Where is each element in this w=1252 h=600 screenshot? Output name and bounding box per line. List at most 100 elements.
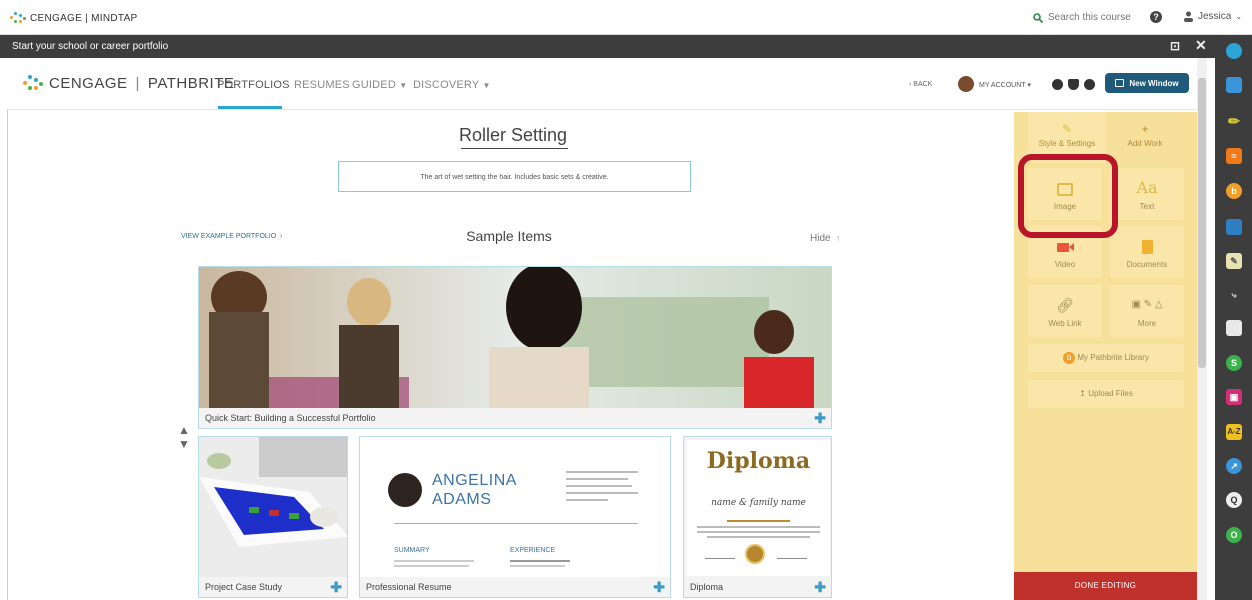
search-icon [1033,12,1043,23]
resume-summary: SUMMARY [394,547,430,554]
expand-icon[interactable]: ✚ [653,580,665,594]
progress-icon[interactable]: ↗ [1226,458,1242,474]
mindtap-brand-text: CENGAGE | MINDTAP [30,12,138,24]
share-icon[interactable]: ⤷ [1226,287,1242,303]
help-icon[interactable] [1084,79,1095,90]
nav-guided-label: GUIDED [352,79,396,91]
card-diploma[interactable]: Diploma name & family name Diploma ✚ [683,436,832,598]
diploma-signature-line [777,558,807,559]
my-library-button[interactable]: b My Pathbrite Library [1028,344,1184,372]
text-icon: Aa [1136,178,1158,197]
portfolio-description[interactable]: The art of wet setting the hair. Include… [338,161,691,192]
cengage-dots-icon [10,11,26,25]
help-icon[interactable]: ? [1150,11,1162,23]
add-documents-tile[interactable]: Documents [1110,226,1184,278]
tab-add-work-label: Add Work [1127,139,1163,148]
card-caption: Professional Resume [360,577,670,597]
mindtap-logo[interactable]: CENGAGE | MINDTAP [10,11,138,25]
nav-discovery-label: DISCOVERY [413,79,480,91]
app-rail: ✏ ≈ b ✎ ⤷ S ▣ A-Z ↗ Q O [1215,35,1252,600]
card-project-case[interactable]: Project Case Study ✚ [198,436,348,598]
highlighter-icon[interactable]: ✏ [1226,113,1242,129]
pathbrite-icon[interactable]: b [1226,183,1242,199]
diploma-subtitle: name & family name [711,498,806,508]
view-example-link[interactable]: VIEW EXAMPLE PORTFOLIO › [181,233,282,240]
diploma-signature-line [705,558,735,559]
book-icon[interactable] [1226,219,1242,235]
nav-guided[interactable]: GUIDED ▼ [352,79,407,91]
expand-icon[interactable]: ✚ [814,580,826,594]
nav-portfolios[interactable]: PORTFOLIOS [217,79,290,91]
done-editing-button[interactable]: DONE EDITING [1014,572,1197,600]
logo-divider: | [135,74,140,92]
study-hub-icon[interactable]: S [1226,355,1242,371]
back-link[interactable]: ‹ BACK [909,81,932,88]
add-text-label: Text [1139,202,1155,211]
search-label: Search this course [1048,12,1131,23]
plus-icon: + [1141,122,1149,136]
nav-resumes[interactable]: RESUMES [294,79,350,91]
google-app-icon[interactable] [1226,43,1242,59]
add-web-link-label: Web Link [1048,319,1082,328]
drag-handle-icon[interactable]: ▲ ▼ [178,423,190,451]
minimize-icon[interactable]: ⊡ [1170,39,1180,53]
add-more-tile[interactable]: ▣ ✎ △ More [1110,285,1184,337]
avatar[interactable] [958,76,974,92]
add-video-label: Video [1054,260,1076,269]
card-project-case-label: Project Case Study [205,582,283,592]
expand-icon[interactable]: ✚ [814,411,826,425]
add-web-link-tile[interactable]: 🔗︎ Web Link [1028,285,1102,337]
my-account-label: MY ACCOUNT [979,82,1026,89]
my-account-menu[interactable]: MY ACCOUNT ▾ [979,81,1031,89]
card-quick-start[interactable]: Quick Start: Building a Successful Portf… [198,266,832,429]
glossary-icon[interactable]: A-Z [1226,424,1242,440]
briefcase-icon[interactable] [1226,77,1242,93]
diploma-seal [745,544,765,564]
user-menu[interactable]: Jessica ⌄ [1183,11,1242,22]
resume-first-name: ANGELINA [432,472,517,489]
chat-icon[interactable] [1226,320,1242,336]
expand-icon[interactable]: ✚ [330,580,342,594]
pathbrite-logo[interactable]: CENGAGE | PATHBRITE [23,74,234,92]
quiz-icon[interactable]: Q [1226,492,1242,508]
upload-files-button[interactable]: ↥ Upload Files [1028,380,1184,408]
resume-experience: EXPERIENCE [510,547,556,554]
card-resume-label: Professional Resume [366,582,452,592]
activity-icon[interactable] [1052,79,1063,90]
user-name: Jessica [1198,11,1232,22]
add-more-label: More [1137,319,1157,328]
diploma-heading: Diploma [706,448,811,474]
chevron-down-icon: ▼ [399,81,408,90]
presentation-icon[interactable]: ▣ [1226,389,1242,405]
my-library-label: My Pathbrite Library [1077,353,1149,362]
resume-last-name: ADAMS [432,491,492,508]
sample-items-heading: Sample Items [466,228,552,244]
hide-label: Hide [810,233,831,244]
close-icon[interactable]: ✕ [1195,37,1207,54]
tab-add-work[interactable]: + Add Work [1106,112,1184,162]
portfolio-title[interactable]: Roller Setting [413,125,613,146]
diploma-text-lines [697,520,820,541]
scrollbar[interactable] [1197,58,1207,600]
resume-divider [394,523,638,524]
document-icon [1110,236,1184,256]
more-sources-icon: ▣ ✎ △ [1131,299,1163,310]
scrollbar-thumb[interactable] [1198,78,1206,368]
notes-icon[interactable]: ✎ [1226,253,1242,269]
add-text-tile[interactable]: Aa Text [1110,168,1184,220]
bell-icon[interactable] [1068,79,1079,90]
new-window-button[interactable]: New Window [1105,73,1189,93]
pathbrite-icon: b [1063,351,1076,364]
window-icon [1115,79,1125,87]
mindtap-top-bar: CENGAGE | MINDTAP Search this course ? J… [0,0,1252,35]
logo-cengage: CENGAGE [49,74,128,92]
hide-toggle[interactable]: Hide ↑ [810,233,840,244]
card-resume[interactable]: ANGELINA ADAMS SUMMARY EXPERIENCE Profes… [359,436,671,598]
chevron-down-icon: ▼ [482,81,491,90]
onenote-icon[interactable]: O [1226,527,1242,543]
course-search[interactable]: Search this course [1033,12,1131,23]
nav-discovery[interactable]: DISCOVERY ▼ [413,79,491,91]
card-caption: Diploma [684,577,831,597]
rss-icon[interactable]: ≈ [1226,148,1242,164]
user-icon [1184,11,1193,22]
